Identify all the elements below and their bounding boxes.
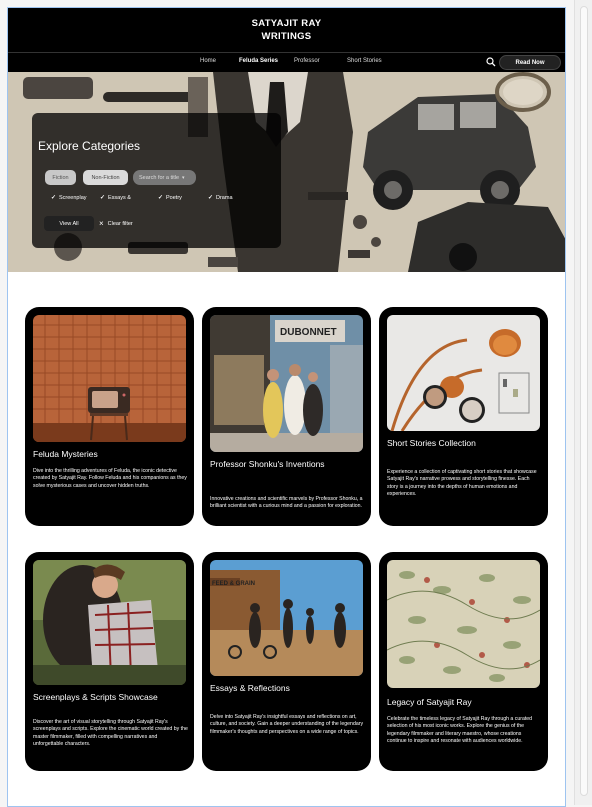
checkbox-label: Poetry xyxy=(166,194,182,201)
main-nav: Home Feluda Series Professor Short Stori… xyxy=(8,52,565,72)
card-description: Innovative creations and scientific marv… xyxy=(210,496,363,510)
clear-filter-label: Clear filter xyxy=(107,220,133,227)
site-title-line-1: SATYAJIT RAY xyxy=(251,18,322,29)
title-search-placeholder: Search for a title xyxy=(139,174,180,181)
card-description: Celebrate the timeless legacy of Satyaji… xyxy=(387,716,533,744)
card-title: Essays & Reflections xyxy=(210,683,290,693)
card-description: Dive into the thrilling adventures of Fe… xyxy=(33,468,187,489)
card-image: FEED & GRAIN xyxy=(210,560,363,676)
vintage-street-image: DUBONNET xyxy=(210,315,363,452)
title-search-input[interactable]: Search for a title ▾ xyxy=(133,170,196,185)
hero-banner: Explore Categories Fiction Non-Fiction S… xyxy=(8,72,565,272)
western-town-image: FEED & GRAIN xyxy=(210,560,363,676)
site-title[interactable]: SATYAJIT RAY WRITINGS xyxy=(8,17,565,43)
view-all-button[interactable]: View All xyxy=(44,216,94,231)
checkbox-poetry[interactable]: ✓ Poetry xyxy=(158,194,182,202)
card-description: Discover the art of visual storytelling … xyxy=(33,719,188,747)
chip-non-fiction[interactable]: Non-Fiction xyxy=(83,170,128,185)
category-filter-panel: Explore Categories Fiction Non-Fiction S… xyxy=(32,113,281,248)
card-image xyxy=(387,315,540,431)
checkmark-icon: ✓ xyxy=(208,195,214,201)
checkbox-label: Drama xyxy=(216,194,233,201)
card-feluda-mysteries[interactable]: Feluda Mysteries Dive into the thrilling… xyxy=(25,307,194,526)
card-image xyxy=(387,560,540,688)
checkbox-essays[interactable]: ✓ Essays & xyxy=(100,194,131,202)
close-icon: × xyxy=(99,219,104,228)
card-title: Feluda Mysteries xyxy=(33,449,98,459)
checkbox-drama[interactable]: ✓ Drama xyxy=(208,194,233,202)
read-now-button[interactable]: Read Now xyxy=(499,55,561,70)
mother-child-image xyxy=(33,560,186,685)
card-title: Screenplays & Scripts Showcase xyxy=(33,692,158,702)
checkbox-screenplay[interactable]: ✓ Screenplay xyxy=(51,194,87,202)
page-frame: SATYAJIT RAY WRITINGS Home Feluda Series… xyxy=(7,7,566,807)
filter-title: Explore Categories xyxy=(38,139,141,153)
checkmark-icon: ✓ xyxy=(158,195,164,201)
card-essays-reflections[interactable]: FEED & GRAIN Essays & Reflections Delve … xyxy=(202,552,371,771)
card-title: Professor Shonku's Inventions xyxy=(210,459,325,469)
card-legacy[interactable]: Legacy of Satyajit Ray Celebrate the tim… xyxy=(379,552,548,771)
site-title-line-2: WRITINGS xyxy=(261,31,312,42)
checkbox-label: Essays & xyxy=(108,194,131,201)
card-screenplays[interactable]: Screenplays & Scripts Showcase Discover … xyxy=(25,552,194,771)
card-title: Legacy of Satyajit Ray xyxy=(387,697,472,707)
feed-grain-sign: FEED & GRAIN xyxy=(212,581,255,587)
scrollbar-thumb[interactable] xyxy=(580,6,588,796)
card-image xyxy=(33,315,186,442)
vertical-scrollbar[interactable] xyxy=(574,0,592,805)
card-image xyxy=(33,560,186,685)
clear-filter-button[interactable]: × Clear filter xyxy=(99,216,133,231)
chip-fiction[interactable]: Fiction xyxy=(45,170,76,185)
nav-short-stories[interactable]: Short Stories xyxy=(347,58,382,64)
card-title: Short Stories Collection xyxy=(387,438,476,448)
nav-professor[interactable]: Professor xyxy=(294,58,320,64)
card-professor-shonku[interactable]: DUBONNET Professor Shonku's Inventions I… xyxy=(202,307,371,526)
floral-pattern-image xyxy=(387,560,540,688)
card-image: DUBONNET xyxy=(210,315,363,452)
checkbox-label: Screenplay xyxy=(59,194,87,201)
card-short-stories[interactable]: Short Stories Collection Experience a co… xyxy=(379,307,548,526)
site-header: SATYAJIT RAY WRITINGS Home Feluda Series… xyxy=(8,8,565,72)
search-icon[interactable] xyxy=(485,56,497,68)
checkmark-icon: ✓ xyxy=(100,195,106,201)
card-description: Experience a collection of captivating s… xyxy=(387,469,537,497)
dubonnet-sign: DUBONNET xyxy=(280,327,337,338)
dropdown-arrow-icon: ▾ xyxy=(182,174,185,181)
card-description: Delve into Satyajit Ray's insightful ess… xyxy=(210,714,364,735)
copper-lamps-image xyxy=(387,315,540,431)
retro-tv-image xyxy=(33,315,186,442)
nav-feluda-series[interactable]: Feluda Series xyxy=(239,58,278,64)
checkmark-icon: ✓ xyxy=(51,195,57,201)
nav-home[interactable]: Home xyxy=(200,58,216,64)
